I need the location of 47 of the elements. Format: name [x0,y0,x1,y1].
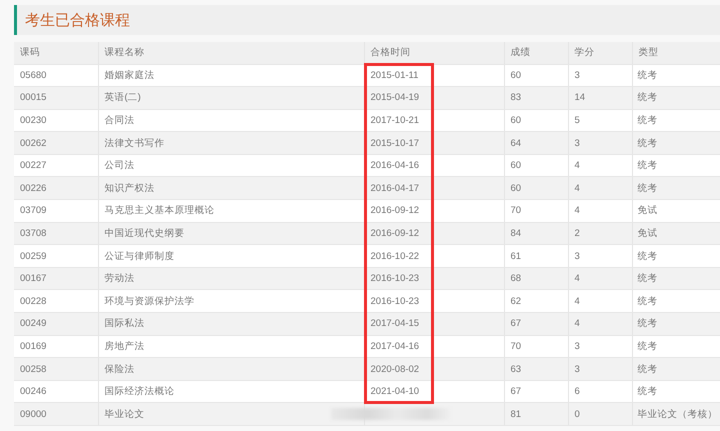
column-header: 课程名称 [98,42,364,64]
table-cell: 61 [504,244,568,268]
table-cell: 2015-04-19 [364,86,504,110]
table-cell: 00259 [14,244,98,268]
table-cell: 67 [504,312,568,336]
table-cell: 03709 [14,200,98,222]
table-cell: 保险法 [98,358,364,380]
table-cell: 81 [504,402,568,426]
table-cell: 14 [568,86,632,110]
table-cell: 2016-09-12 [364,200,504,222]
table-cell: 国际私法 [98,312,364,336]
column-header: 学分 [568,42,632,64]
column-header: 类型 [632,42,720,64]
table-cell: 0 [568,402,632,426]
table-cell: 2020-08-02 [364,358,504,380]
table-cell: 4 [568,312,632,336]
table-cell: 英语(二) [98,86,364,110]
table-cell: 00262 [14,132,98,154]
table-cell: 2017-04-15 [364,312,504,336]
table-cell: 统考 [632,244,720,268]
table-cell: 统考 [632,132,720,154]
column-header: 成绩 [504,42,568,64]
table-cell: 00015 [14,86,98,110]
table-cell: 83 [504,86,568,110]
table-cell: 毕业论文（考核） [632,402,720,426]
table-cell: 3 [568,244,632,268]
table-cell: 00249 [14,312,98,336]
table-cell: 统考 [632,312,720,336]
table-cell: 3 [568,358,632,380]
table-cell: 2015-10-17 [364,132,504,154]
column-header: 课码 [14,42,98,64]
table-cell: 统考 [632,358,720,380]
table-cell: 70 [504,200,568,222]
table-cell: 00258 [14,358,98,380]
table-cell: 免试 [632,200,720,222]
table-cell: 马克思主义基本原理概论 [98,200,364,222]
table-cell: 公证与律师制度 [98,244,364,268]
table-cell: 3 [568,132,632,154]
table-cell: 2016-10-22 [364,244,504,268]
table-cell: 统考 [632,86,720,110]
table-cell: 09000 [14,402,98,426]
table-cell: 4 [568,200,632,222]
table-cell: 法律文书写作 [98,132,364,154]
column-header: 合格时间 [364,42,504,64]
table-cell: 63 [504,358,568,380]
section-title: 考生已合格课程 [25,10,130,30]
table-cell: 64 [504,132,568,154]
